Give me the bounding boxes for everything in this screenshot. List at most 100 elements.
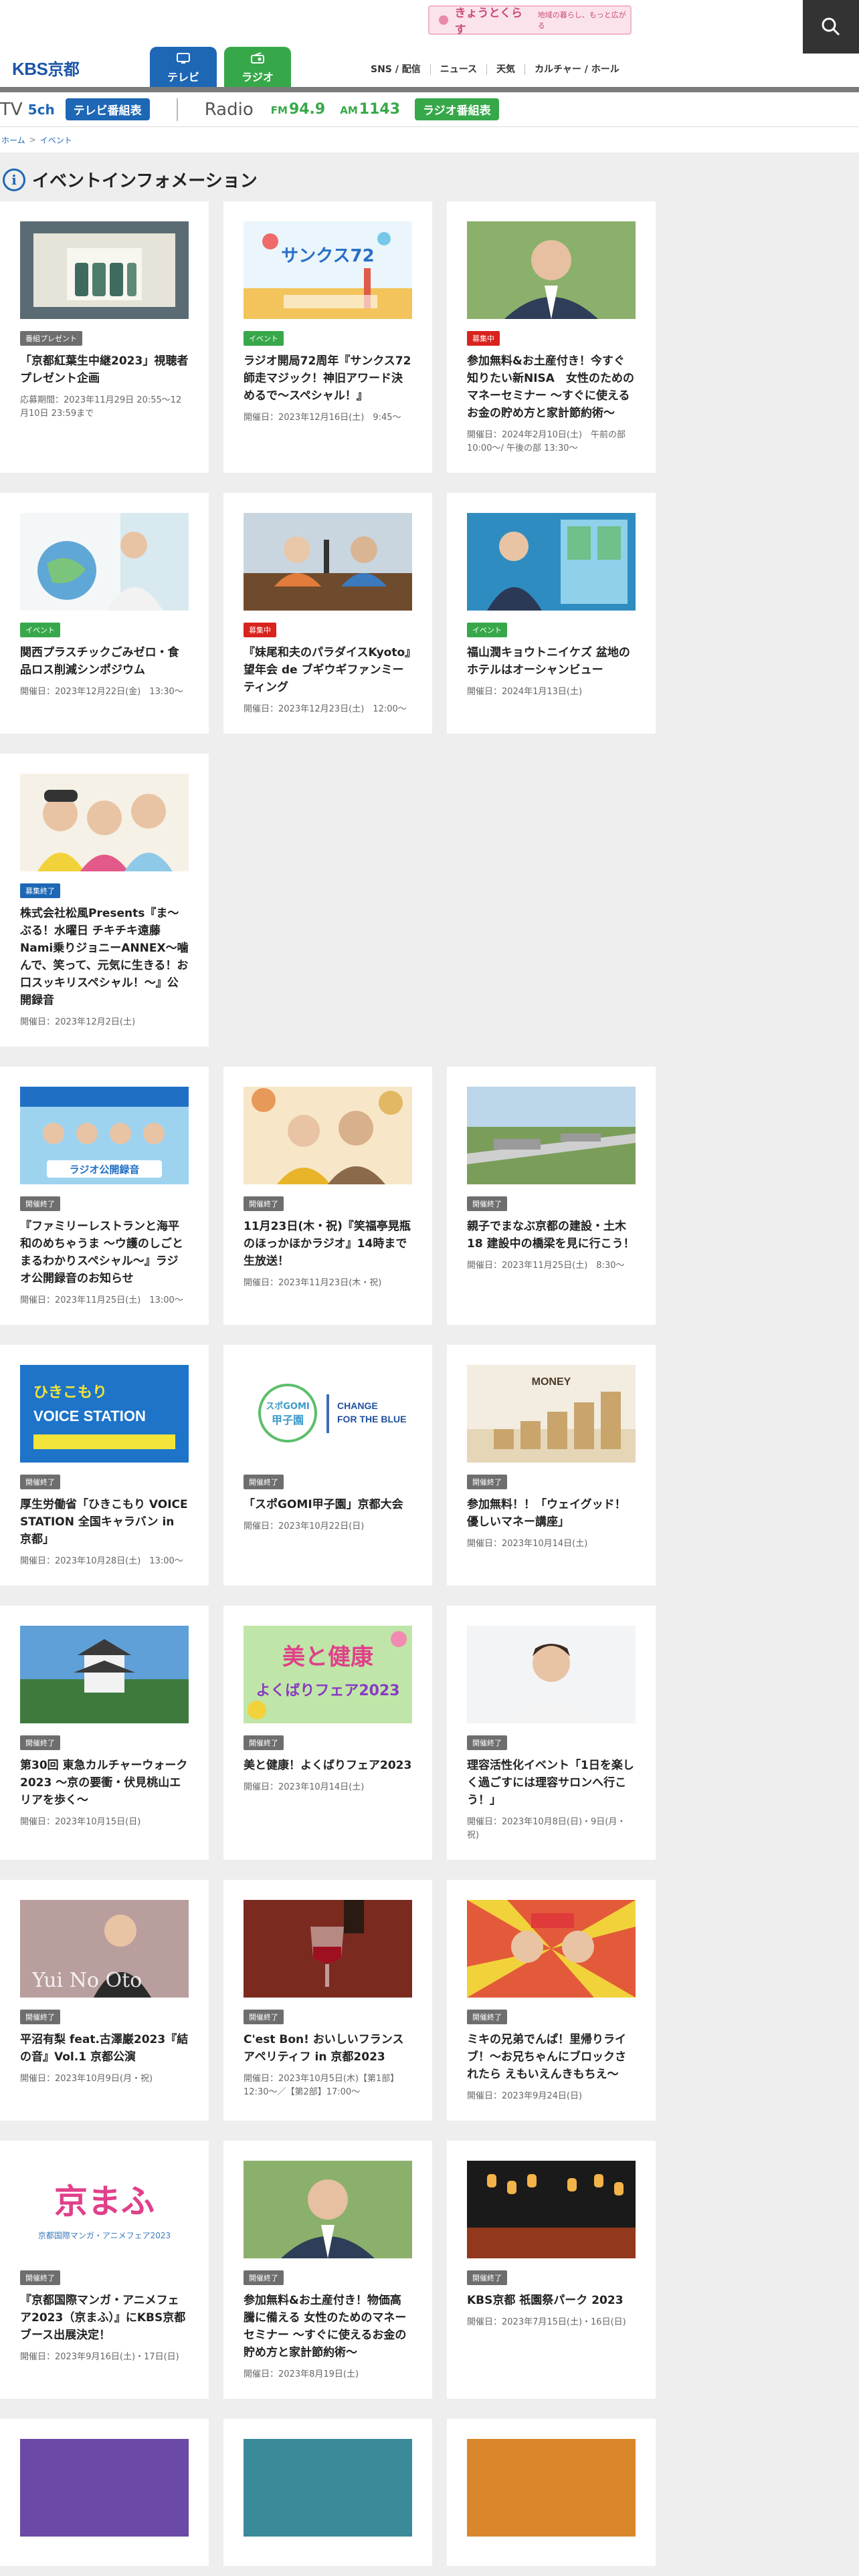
event-thumbnail[interactable] <box>244 1087 412 1184</box>
radio-schedule-button[interactable]: ラジオ番組表 <box>415 98 499 120</box>
event-title[interactable]: 厚生労働省「ひきこもり VOICE STATION 全国キャラバン in 京都」 <box>20 1496 189 1548</box>
event-card[interactable]: 開催終了 ミキの兄弟でんぱ！里帰りライブ！〜お兄ちゃんにブロックされたら えもいえ… <box>447 1880 656 2121</box>
breadcrumb-home[interactable]: ホーム <box>1 134 25 146</box>
status-badge: 開催終了 <box>20 2270 60 2285</box>
event-thumbnail[interactable] <box>20 513 189 611</box>
top-nav: SNS / 配信 ニュース 天気 カルチャー / ホール <box>361 64 629 75</box>
event-thumbnail[interactable] <box>244 2161 412 2258</box>
event-date: 開催日：2023年10月15日(日) <box>20 1817 141 1827</box>
event-thumbnail[interactable] <box>467 2439 636 2537</box>
event-title[interactable]: KBS京都 祇園祭パーク 2023 <box>467 2292 636 2309</box>
event-thumbnail[interactable] <box>244 2439 412 2537</box>
event-card[interactable]: 番組プレゼント 「京都紅葉生中継2023」視聴者プレゼント企画 応募期間：2023年… <box>0 201 209 473</box>
event-thumbnail[interactable] <box>467 221 636 319</box>
event-card[interactable]: 募集中 『妹尾和夫のパラダイスKyoto』望年会 de ブギウギファンミーティング… <box>223 493 432 734</box>
event-card[interactable]: 開催終了参加無料&お土産付き！物価高騰に備える 女性のためのマネーセミナー 〜す… <box>223 2141 432 2399</box>
event-card[interactable]: イベント 福山潤キョウトニイケズ 盆地のホテルはオーシャンビュー 開催日：2024年… <box>447 493 656 734</box>
event-title[interactable]: 福山潤キョウトニイケズ 盆地のホテルはオーシャンビュー <box>467 644 636 679</box>
event-thumbnail[interactable] <box>20 221 189 319</box>
event-thumbnail[interactable]: MONEY <box>467 1365 636 1463</box>
event-thumbnail[interactable] <box>467 513 636 611</box>
status-badge: 募集中 <box>467 331 500 346</box>
event-title[interactable]: 参加無料&お土産付き！物価高騰に備える 女性のためのマネーセミナー 〜すぐに使え… <box>244 2292 412 2361</box>
page-title: イベントインフォメーション <box>32 171 258 191</box>
event-thumbnail[interactable]: 京まふ 京都国際マンガ・アニメフェア2023 <box>20 2161 189 2258</box>
status-badge: 開催終了 <box>244 2270 284 2285</box>
event-title[interactable]: 『ファミリーレストランと海平和のめちゃうま 〜ウ護のしごとまるわかりスペシャル〜… <box>20 1218 189 1287</box>
event-thumbnail[interactable] <box>20 774 189 871</box>
event-thumbnail[interactable]: ひきこもり VOICE STATION <box>20 1365 189 1463</box>
event-title[interactable]: 11月23日(木・祝)『笑福亭晃瓶のほっかほかラジオ』14時まで生放送！ <box>244 1218 412 1270</box>
event-card[interactable]: 開催終了 理容活性化イベント「1日を楽しく過ごすには理容サロンへ行こう！」 開催日：… <box>447 1606 656 1860</box>
event-card[interactable]: 美と健康 よくばりフェア2023 開催終了 美と健康！よくばりフェア2023 開催日：2… <box>223 1606 432 1860</box>
event-date: 開催日：2024年1月13日(土) <box>467 687 583 697</box>
event-title[interactable]: 株式会社松風Presents『ま〜ぶる！水曜日 チキチキ遠藤Nami乗りジョニー… <box>20 905 189 1009</box>
radio-icon <box>224 52 291 67</box>
event-thumbnail[interactable] <box>467 1087 636 1184</box>
event-thumbnail[interactable] <box>20 2439 189 2537</box>
event-card[interactable]: サンクス72 イベント ラジオ開局72周年『サンクス72 師走マジック！神旧アワード… <box>223 201 432 473</box>
kyoto-kurasu-banner[interactable]: きょうとくらす 地域の暮らし、もっと広がる <box>428 5 632 37</box>
event-title[interactable]: 『京都国際マンガ・アニメフェア2023（京まふ）』にKBS京都ブース出展決定！ <box>20 2292 189 2344</box>
svg-text:MONEY: MONEY <box>532 1376 571 1388</box>
breadcrumb-current[interactable]: イベント <box>40 134 72 146</box>
tab-radio[interactable]: ラジオ <box>224 47 291 87</box>
event-title[interactable]: C'est Bon! おいしいフランス アペリティフ in 京都2023 <box>244 2031 412 2066</box>
site-header: KBS京都 テレビ ラジオ SNS / 配信 ニュース 天気 カルチャー / ホ… <box>0 0 859 87</box>
event-card[interactable]: 開催終了 C'est Bon! おいしいフランス アペリティフ in 京都2023… <box>223 1880 432 2121</box>
event-thumbnail[interactable] <box>467 1900 636 1998</box>
event-card[interactable]: Yui No Oto 開催終了 平沼有梨 feat.古澤巌2023『結の音』Vol.… <box>0 1880 209 2121</box>
event-title[interactable]: 参加無料&お土産付き！今すぐ知りたい新NISA 女性のためのマネーセミナー 〜す… <box>467 352 636 422</box>
event-thumbnail[interactable]: 美と健康 よくばりフェア2023 <box>244 1626 412 1723</box>
event-title[interactable]: ラジオ開局72周年『サンクス72 師走マジック！神旧アワード決めるで〜スペシャル… <box>244 352 412 405</box>
event-card[interactable]: 京まふ 京都国際マンガ・アニメフェア2023 開催終了『京都国際マンガ・アニメフェア… <box>0 2141 209 2399</box>
nav-sns[interactable]: SNS / 配信 <box>361 64 430 75</box>
event-card[interactable] <box>0 2419 209 2566</box>
event-thumbnail[interactable] <box>467 2161 636 2258</box>
tab-tv[interactable]: テレビ <box>150 47 217 87</box>
event-thumbnail[interactable] <box>467 1626 636 1723</box>
event-card[interactable]: 開催終了 KBS京都 祇園祭パーク 2023 開催日：2023年7月15日(土)・1… <box>447 2141 656 2399</box>
event-card[interactable]: イベント 関西プラスチックごみゼロ・食品ロス削減シンポジウム 開催日：2023年12… <box>0 493 209 734</box>
event-title[interactable]: 「スポGOMI甲子園」京都大会 <box>244 1496 412 1513</box>
event-thumbnail[interactable] <box>20 1626 189 1723</box>
event-title[interactable]: 「京都紅葉生中継2023」視聴者プレゼント企画 <box>20 352 189 387</box>
event-title[interactable]: 参加無料！！「ウェイグッド！優しいマネー講座」 <box>467 1496 636 1531</box>
event-card[interactable] <box>223 2419 432 2566</box>
search-button[interactable] <box>803 0 859 53</box>
event-title[interactable]: 親子でまなぶ京都の建設・土木18 建設中の橋梁を見に行こう！ <box>467 1218 636 1253</box>
event-thumbnail[interactable]: サンクス72 <box>244 221 412 319</box>
event-thumbnail[interactable]: ラジオ公開録音 <box>20 1087 189 1184</box>
event-card[interactable]: ラジオ公開録音 開催終了 『ファミリーレストランと海平和のめちゃうま 〜ウ護のしごと… <box>0 1067 209 1325</box>
event-title[interactable]: 平沼有梨 feat.古澤巌2023『結の音』Vol.1 京都公演 <box>20 2031 189 2066</box>
event-title[interactable]: 『妹尾和夫のパラダイスKyoto』望年会 de ブギウギファンミーティング <box>244 644 412 696</box>
kbs-logo[interactable]: KBS京都 <box>12 56 80 80</box>
event-card[interactable] <box>447 2419 656 2566</box>
event-title[interactable]: 理容活性化イベント「1日を楽しく過ごすには理容サロンへ行こう！」 <box>467 1757 636 1809</box>
tv-schedule-button[interactable]: テレビ番組表 <box>65 98 150 120</box>
event-title[interactable]: 美と健康！よくばりフェア2023 <box>244 1757 412 1774</box>
event-title[interactable]: ミキの兄弟でんぱ！里帰りライブ！〜お兄ちゃんにブロックされたら えもいえんきもち… <box>467 2031 636 2083</box>
event-card[interactable]: 開催終了 親子でまなぶ京都の建設・土木18 建設中の橋梁を見に行こう！ 開催日：20… <box>447 1067 656 1325</box>
tv-label: TV <box>0 99 23 120</box>
event-date: 開催日：2023年8月19日(土) <box>244 2369 359 2379</box>
event-title[interactable]: 第30回 東急カルチャーウォーク2023 〜京の要衝・伏見桃山エリアを歩く〜 <box>20 1757 189 1809</box>
event-card[interactable]: スポGOMI 甲子園 CHANGE FOR THE BLUE 開催終了 「スポGOMI甲子… <box>223 1345 432 1586</box>
event-date: 開催日：2023年12月23日(土) 12:00〜 <box>244 704 407 714</box>
nav-news[interactable]: ニュース <box>430 64 486 75</box>
event-thumbnail[interactable]: スポGOMI 甲子園 CHANGE FOR THE BLUE <box>244 1365 412 1463</box>
nav-weather[interactable]: 天気 <box>486 64 524 75</box>
event-thumbnail[interactable] <box>244 513 412 611</box>
event-card[interactable]: 募集中参加無料&お土産付き！今すぐ知りたい新NISA 女性のためのマネーセミナー… <box>447 201 656 473</box>
event-card[interactable]: 開催終了 第30回 東急カルチャーウォーク2023 〜京の要衝・伏見桃山エリアを歩… <box>0 1606 209 1860</box>
event-card[interactable]: ひきこもり VOICE STATION 開催終了 厚生労働省「ひきこもり VOICE … <box>0 1345 209 1586</box>
event-date: 開催日：2023年10月22日(日) <box>244 1521 365 1531</box>
event-thumbnail[interactable] <box>244 1900 412 1998</box>
event-thumbnail[interactable]: Yui No Oto <box>20 1900 189 1998</box>
status-badge: 開催終了 <box>244 2010 284 2024</box>
event-card[interactable]: MONEY 開催終了 参加無料！！「ウェイグッド！優しいマネー講座」 開催日：2023… <box>447 1345 656 1586</box>
nav-culture-hall[interactable]: カルチャー / ホール <box>524 64 629 75</box>
event-card[interactable]: 募集終了 株式会社松風Presents『ま〜ぶる！水曜日 チキチキ遠藤Nami乗り… <box>0 754 209 1047</box>
event-card[interactable]: 開催終了 11月23日(木・祝)『笑福亭晃瓶のほっかほかラジオ』14時まで生放送！… <box>223 1067 432 1325</box>
event-title[interactable]: 関西プラスチックごみゼロ・食品ロス削減シンポジウム <box>20 644 189 679</box>
